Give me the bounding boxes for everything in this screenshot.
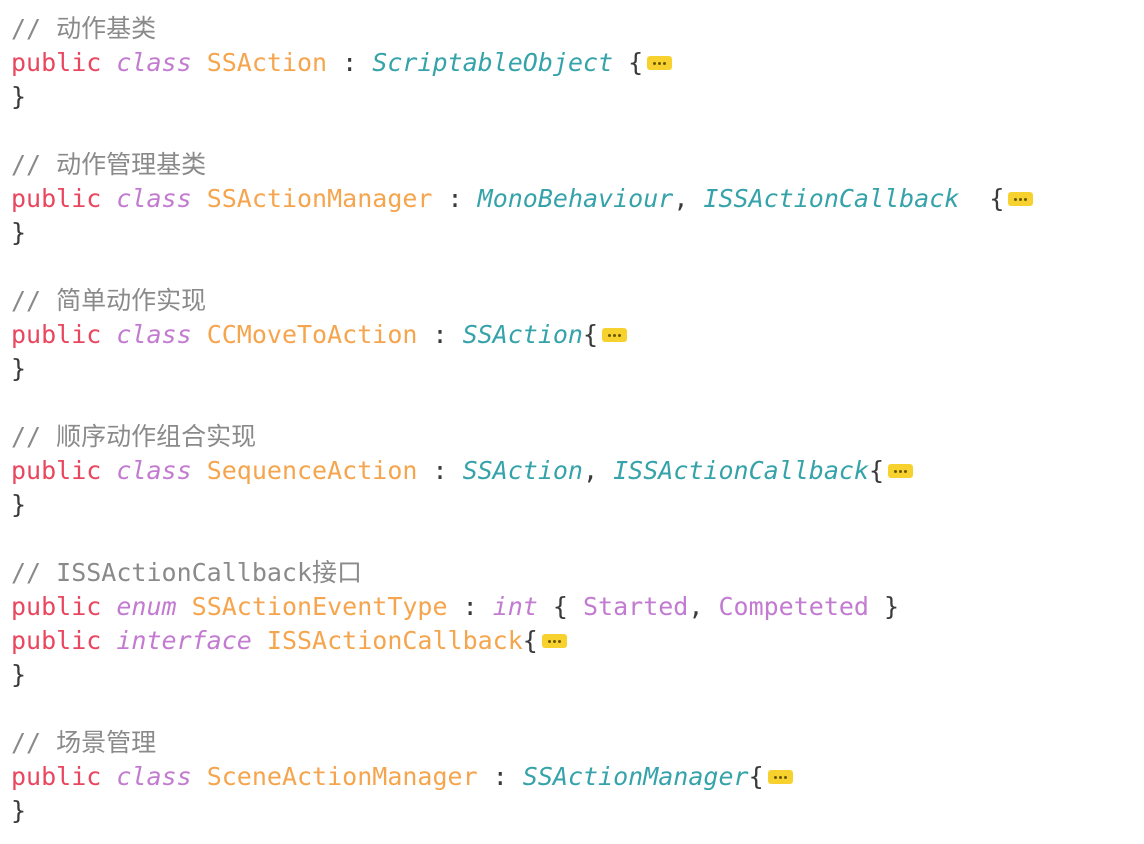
inheritance-separator: :	[477, 762, 523, 791]
base-type: SSAction	[462, 320, 583, 349]
code-line: public class SSAction : ScriptableObject…	[11, 46, 1136, 80]
inheritance-separator: :	[447, 592, 493, 621]
code-line: }	[11, 216, 1136, 250]
code-line: // 顺序动作组合实现	[11, 420, 1136, 454]
code-line: }	[11, 658, 1136, 692]
code-comment: // 顺序动作组合实现	[11, 422, 257, 451]
class-name: SequenceAction	[206, 456, 418, 485]
interface-name: ISSActionCallback	[266, 626, 523, 655]
code-line: public class SequenceAction : SSAction, …	[11, 454, 1136, 488]
comma-separator: ,	[673, 184, 704, 213]
base-type: ISSActionCallback	[703, 184, 960, 213]
code-editor[interactable]: // 动作基类 public class SSAction : Scriptab…	[11, 12, 1136, 828]
comma-separator: ,	[583, 456, 614, 485]
ellipsis-fold-icon[interactable]	[1008, 192, 1034, 206]
code-line: // 场景管理	[11, 726, 1136, 760]
class-name: SSAction	[206, 48, 328, 77]
close-brace: }	[11, 490, 27, 519]
inheritance-separator: :	[417, 456, 463, 485]
keyword-class: class	[116, 184, 192, 213]
inheritance-separator: :	[417, 320, 463, 349]
code-line: public interface ISSActionCallback{	[11, 624, 1136, 658]
keyword-int: int	[492, 592, 538, 621]
ellipsis-fold-icon[interactable]	[888, 464, 914, 478]
code-line: // 简单动作实现	[11, 284, 1136, 318]
ellipsis-fold-icon[interactable]	[541, 634, 567, 648]
close-brace: }	[868, 592, 900, 621]
keyword-public: public	[11, 592, 102, 621]
keyword-public: public	[11, 184, 102, 213]
close-brace: }	[11, 82, 27, 111]
open-brace: {	[959, 184, 1005, 213]
base-type: SSAction	[462, 456, 583, 485]
keyword-class: class	[116, 762, 192, 791]
close-brace: }	[11, 354, 27, 383]
open-brace: {	[537, 592, 583, 621]
keyword-public: public	[11, 320, 102, 349]
base-type: ISSActionCallback	[613, 456, 869, 485]
code-line: }	[11, 80, 1136, 114]
close-brace: }	[11, 218, 27, 247]
enum-value: Started	[583, 592, 689, 621]
code-line: public class SSActionManager : MonoBehav…	[11, 182, 1136, 216]
code-line: public class CCMoveToAction : SSAction{	[11, 318, 1136, 352]
enum-name: SSActionEventType	[191, 592, 448, 621]
enum-value: Competeted	[718, 592, 869, 621]
keyword-interface: interface	[116, 626, 252, 655]
code-line: public enum SSActionEventType : int { St…	[11, 590, 1136, 624]
open-brace: {	[868, 456, 885, 485]
open-brace: {	[522, 626, 538, 655]
keyword-public: public	[11, 456, 102, 485]
close-brace: }	[11, 796, 27, 825]
base-type: ScriptableObject	[372, 48, 614, 77]
code-line: // 动作管理基类	[11, 148, 1136, 182]
inheritance-separator: :	[327, 48, 373, 77]
inheritance-separator: :	[432, 184, 478, 213]
ellipsis-fold-icon[interactable]	[602, 328, 628, 342]
code-comment: // ISSActionCallback接口	[11, 558, 363, 587]
keyword-class: class	[116, 48, 192, 77]
base-type: SSActionManager	[522, 762, 749, 791]
keyword-enum: enum	[116, 592, 177, 621]
open-brace: {	[613, 48, 644, 77]
code-line: }	[11, 488, 1136, 522]
ellipsis-fold-icon[interactable]	[647, 56, 673, 70]
code-line: // 动作基类	[11, 12, 1136, 46]
keyword-public: public	[11, 626, 102, 655]
ellipsis-fold-icon[interactable]	[767, 770, 793, 784]
code-comment: // 场景管理	[11, 728, 157, 757]
keyword-class: class	[116, 456, 192, 485]
code-comment: // 简单动作实现	[11, 286, 207, 315]
class-name: SSActionManager	[206, 184, 433, 213]
code-line: public class SceneActionManager : SSActi…	[11, 760, 1136, 794]
base-type: MonoBehaviour	[477, 184, 674, 213]
code-line: }	[11, 352, 1136, 386]
comma-separator: ,	[688, 592, 719, 621]
open-brace: {	[583, 320, 599, 349]
close-brace: }	[11, 660, 27, 689]
code-line: }	[11, 794, 1136, 828]
keyword-class: class	[116, 320, 192, 349]
open-brace: {	[748, 762, 764, 791]
code-line: // ISSActionCallback接口	[11, 556, 1136, 590]
class-name: SceneActionManager	[206, 762, 478, 791]
keyword-public: public	[11, 762, 102, 791]
code-comment: // 动作管理基类	[11, 150, 207, 179]
code-comment: // 动作基类	[11, 14, 157, 43]
keyword-public: public	[11, 48, 102, 77]
class-name: CCMoveToAction	[206, 320, 418, 349]
